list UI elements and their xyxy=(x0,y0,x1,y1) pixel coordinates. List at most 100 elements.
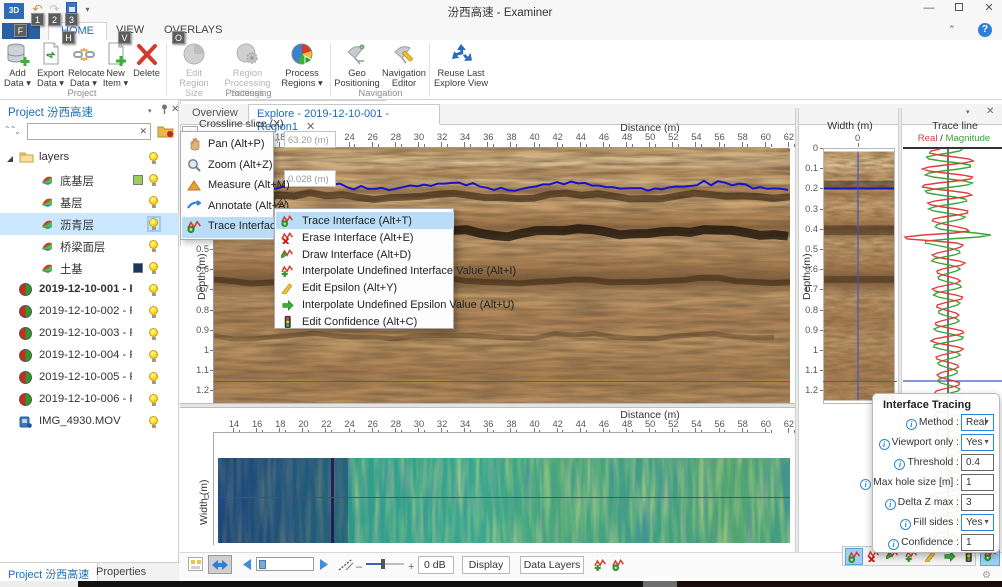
gain-curve-icon[interactable] xyxy=(338,557,354,575)
menu-item-interpolate-interface[interactable]: Interpolate Undefined Interface Value (A… xyxy=(276,262,454,279)
settings-gear-icon[interactable]: ⚙ xyxy=(982,570,991,581)
qat-dropdown-button[interactable]: ▾ xyxy=(80,2,95,17)
menu-item-edit-epsilon[interactable]: Edit Epsilon (Alt+Y) xyxy=(276,279,454,296)
gain-plus-icon[interactable]: + xyxy=(408,561,414,573)
expand-all-icon[interactable]: ⌄ xyxy=(14,127,21,136)
help-icon[interactable]: ? xyxy=(978,23,992,37)
tree-item-土基[interactable]: 土基 xyxy=(0,257,179,279)
gain-value-box[interactable]: 0 dB xyxy=(418,556,454,574)
horizontal-splitter[interactable] xyxy=(180,403,796,408)
visibility-bulb-icon[interactable] xyxy=(149,416,159,428)
process-regions-button[interactable]: Process Regions ▾ xyxy=(277,41,327,91)
display-button[interactable]: Display xyxy=(462,556,510,574)
search-input[interactable] xyxy=(28,124,136,139)
ribbon-collapse-icon[interactable]: ⌃ xyxy=(948,24,956,35)
export-data-button[interactable]: Export Data ▾ xyxy=(35,41,66,91)
popup-select[interactable]: Yes▼ xyxy=(961,434,994,451)
visibility-bulb-icon[interactable] xyxy=(149,306,159,318)
edit-region-size-button[interactable]: Edit Region Size xyxy=(170,41,218,91)
plan-view-heatmap[interactable] xyxy=(218,458,790,543)
menu-item-trace-interface[interactable]: Trace Interface (Alt+T) xyxy=(276,212,454,229)
menu-item-interpolate-epsilon[interactable]: Interpolate Undefined Epsilon Value (Alt… xyxy=(276,296,454,313)
menu-item-erase-interface[interactable]: Erase Interface (Alt+E) xyxy=(276,229,454,246)
tree-item-桥梁面层[interactable]: 桥梁面层 xyxy=(0,235,179,257)
search-clear-icon[interactable]: ✕ xyxy=(139,126,147,137)
tree-expander-icon[interactable] xyxy=(7,156,13,162)
trace-interface-tool-button[interactable] xyxy=(845,548,863,565)
menu-item-edit-confidence[interactable]: Edit Confidence (Alt+C) xyxy=(276,313,454,330)
menu-item-measure[interactable]: Measure (Alt+M) xyxy=(182,176,274,197)
add-data-button[interactable]: Add Data ▾ xyxy=(2,41,33,91)
tree-item-沥青层[interactable]: 沥青层 xyxy=(0,213,179,235)
gain-slider[interactable] xyxy=(366,563,404,565)
menu-item-zoom[interactable]: Zoom (Alt+Z) xyxy=(182,156,274,177)
depth-crosshair-line[interactable] xyxy=(214,381,790,382)
tab-project[interactable]: Project 汾西高速 xyxy=(0,563,98,583)
tree-item-2019-12-10-003---Region1[interactable]: 2019-12-10-003 - Region1 xyxy=(0,323,179,345)
gain-minus-icon[interactable]: – xyxy=(356,561,362,573)
tree-item-2019-12-10-005---Region1[interactable]: 2019-12-10-005 - Region1 xyxy=(0,367,179,389)
sidebar-dropdown-icon[interactable]: ▾ xyxy=(148,107,152,115)
visibility-bulb-icon[interactable] xyxy=(149,174,159,186)
tree-item-底基层[interactable]: 底基层 xyxy=(0,169,179,191)
close-button[interactable]: ✕ xyxy=(980,2,998,16)
tree-item-2019-12-10-001---Region1[interactable]: 2019-12-10-001 - Region1 xyxy=(0,279,179,301)
visibility-bulb-icon[interactable] xyxy=(149,218,159,230)
visibility-bulb-icon[interactable] xyxy=(149,372,159,384)
pan-mode-button[interactable] xyxy=(208,555,232,574)
panel-dropdown-icon[interactable]: ▾ xyxy=(966,108,970,116)
crossline-image[interactable] xyxy=(823,148,895,404)
restore-button[interactable] xyxy=(950,2,968,16)
popup-select[interactable]: Yes▼ xyxy=(961,514,994,531)
pin-icon[interactable] xyxy=(160,104,169,118)
tree-item-2019-12-10-006---Region1[interactable]: 2019-12-10-006 - Region1 xyxy=(0,389,179,411)
tree-item-2019-12-10-004---Region1[interactable]: 2019-12-10-004 - Region1 xyxy=(0,345,179,367)
tree-item-layers[interactable]: layers xyxy=(0,147,179,169)
visibility-bulb-icon[interactable] xyxy=(149,350,159,362)
visibility-bulb-icon[interactable] xyxy=(149,284,159,296)
layout-grid-icon[interactable] xyxy=(188,557,203,571)
popup-select[interactable]: Real▼ xyxy=(961,414,994,431)
tab-overlays[interactable]: OVERLAYS xyxy=(152,22,235,40)
visibility-bulb-icon[interactable] xyxy=(149,394,159,406)
relocate-data-button[interactable]: Relocate Data ▾ xyxy=(68,41,99,91)
info-icon: i xyxy=(888,539,899,550)
tree-item-IMG_4930-MOV[interactable]: IMG_4930.MOV xyxy=(0,411,179,433)
position-scrollbar[interactable] xyxy=(256,557,314,571)
layer-color-swatch[interactable] xyxy=(133,175,143,185)
visibility-bulb-icon[interactable] xyxy=(149,328,159,340)
filter-folder-icon[interactable] xyxy=(157,124,174,141)
scroll-left-icon[interactable] xyxy=(240,558,253,574)
layer-color-swatch[interactable] xyxy=(133,263,143,273)
popup-input[interactable]: 3 xyxy=(961,494,994,511)
geo-positioning-button[interactable]: Geo Positioning xyxy=(334,41,380,91)
popup-input[interactable]: 1 xyxy=(961,474,994,491)
menu-item-pan[interactable]: Pan (Alt+P) xyxy=(182,135,274,156)
tree-item-2019-12-10-002---Region1[interactable]: 2019-12-10-002 - Region1 xyxy=(0,301,179,323)
delete-button[interactable]: Delete xyxy=(131,41,162,91)
search-box[interactable]: ✕ xyxy=(27,123,151,140)
sidebar-close-icon[interactable]: ✕ xyxy=(171,104,179,115)
reuse-last-explore-view-button[interactable]: Reuse Last Explore View xyxy=(433,41,489,91)
tree-item-基层[interactable]: 基层 xyxy=(0,191,179,213)
visibility-bulb-icon[interactable] xyxy=(149,262,159,274)
new-item-button[interactable]: New Item ▾ xyxy=(101,41,130,91)
tab-properties[interactable]: Properties xyxy=(88,563,154,583)
data-layers-button[interactable]: Data Layers xyxy=(520,556,584,574)
visibility-bulb-icon[interactable] xyxy=(149,240,159,252)
region-processing-settings-button[interactable]: Region Processing Settings xyxy=(219,41,276,91)
visibility-bulb-icon[interactable] xyxy=(149,152,159,164)
popup-input[interactable]: 1 xyxy=(961,534,994,551)
trace-legend: Real / Magnitude xyxy=(906,133,1002,144)
minimize-button[interactable]: — xyxy=(920,2,938,16)
scroll-right-icon[interactable] xyxy=(318,558,331,574)
map-crosshair-line[interactable] xyxy=(218,497,790,498)
visibility-bulb-icon[interactable] xyxy=(149,196,159,208)
menu-item-trace-interface[interactable]: Trace Interface (Alt+T) xyxy=(182,217,274,238)
navigation-editor-button[interactable]: Navigation Editor xyxy=(381,41,427,91)
menu-item-draw-interface[interactable]: Draw Interface (Alt+D) xyxy=(276,246,454,263)
app-icon[interactable]: 3D xyxy=(4,3,24,19)
menu-item-annotate[interactable]: Annotate (Alt+A) xyxy=(182,197,274,218)
panel-close-icon[interactable]: ✕ xyxy=(986,106,994,117)
popup-input[interactable]: 0.4 xyxy=(961,454,994,471)
